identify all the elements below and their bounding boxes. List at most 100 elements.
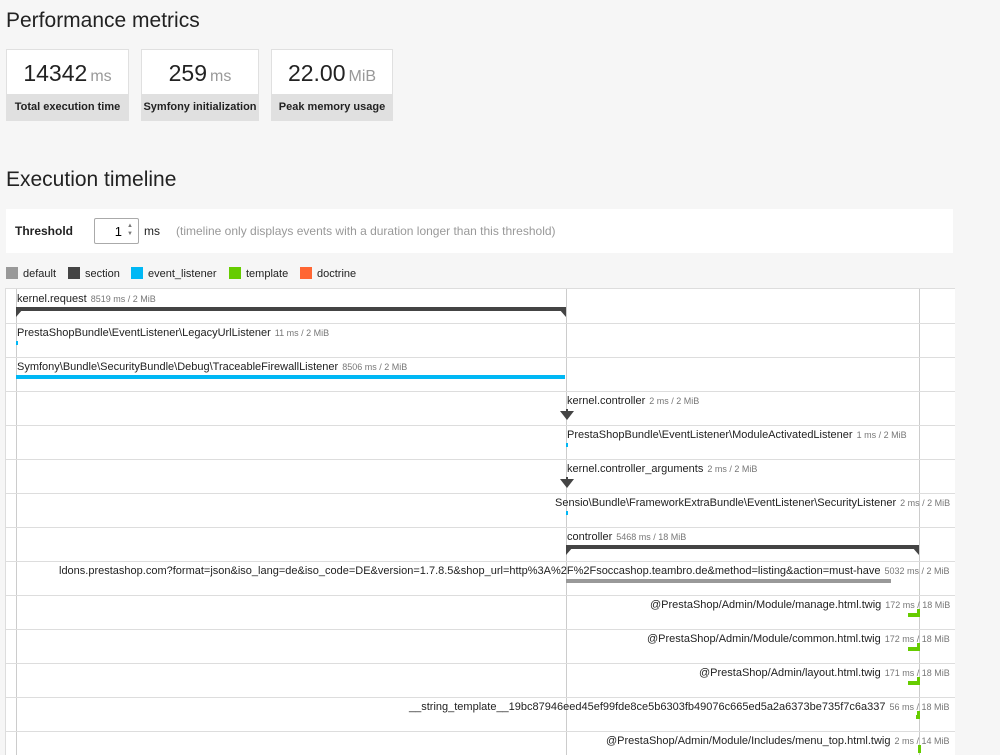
timeline-event-bar[interactable] — [16, 375, 565, 379]
timeline-event-label[interactable]: @PrestaShop/Admin/layout.html.twig 171 ms… — [699, 667, 950, 680]
timeline-event-label[interactable]: ldons.prestashop.com?format=json&iso_lan… — [59, 565, 950, 578]
event-name: kernel.request — [17, 293, 87, 305]
threshold-unit: ms — [144, 224, 160, 238]
legend-label: template — [246, 268, 289, 280]
legend-swatch — [68, 267, 80, 279]
timeline-event-label[interactable]: controller 5468 ms / 18 MiB — [567, 531, 686, 544]
timeline-event-label[interactable]: Sensio\Bundle\FrameworkExtraBundle\Event… — [555, 497, 950, 510]
event-duration: 11 ms / 2 MiB — [274, 328, 330, 338]
threshold-bar: Threshold ▲ ▼ ms (timeline only displays… — [6, 209, 953, 253]
timeline-event-label[interactable]: kernel.request 8519 ms / 2 MiB — [17, 293, 156, 306]
legend-label: doctrine — [317, 268, 357, 280]
event-name: Sensio\Bundle\FrameworkExtraBundle\Event… — [555, 497, 897, 509]
section-marker-icon — [566, 547, 573, 555]
timeline-event-label[interactable]: __string_template__19bc87946eed45ef99fde… — [409, 701, 950, 714]
metric-value: 14342 — [23, 60, 88, 86]
event-name: ldons.prestashop.com?format=json&iso_lan… — [59, 565, 881, 577]
event-duration: 2 ms / 2 MiB — [649, 396, 700, 406]
timeline-row-divider — [6, 595, 955, 596]
metric-peak-memory-usage: 22.00 MiB Peak memory usage — [271, 49, 393, 121]
timeline-row-divider — [6, 697, 955, 698]
event-name: @PrestaShop/Admin/Module/manage.html.twi… — [650, 599, 882, 611]
timeline-canvas: kernel.request 8519 ms / 2 MiB PrestaShopB… — [5, 288, 955, 755]
section-marker-icon — [559, 309, 566, 317]
timeline-row-divider — [6, 425, 955, 426]
timeline-event-bar[interactable] — [16, 341, 18, 345]
event-name: @PrestaShop/Admin/layout.html.twig — [699, 667, 881, 679]
timeline-row-divider — [6, 459, 955, 460]
timeline-event-label[interactable]: Symfony\Bundle\SecurityBundle\Debug\Trac… — [17, 361, 407, 374]
event-name: Symfony\Bundle\SecurityBundle\Debug\Trac… — [17, 361, 339, 373]
legend-item-default: default — [6, 267, 56, 280]
event-duration: 1 ms / 2 MiB — [856, 430, 907, 440]
event-duration: 2 ms / 14 MiB — [894, 736, 950, 746]
event-duration: 8519 ms / 2 MiB — [90, 294, 156, 304]
timeline-event-label[interactable]: PrestaShopBundle\EventListener\LegacyUrl… — [17, 327, 329, 340]
timeline-row-divider — [6, 357, 955, 358]
event-duration: 2 ms / 2 MiB — [707, 464, 758, 474]
threshold-label: Threshold — [15, 224, 74, 238]
timeline-event-bar[interactable] — [566, 579, 891, 583]
timeline-row-divider — [6, 663, 955, 664]
spinner-up-icon[interactable]: ▲ — [125, 222, 135, 230]
event-name: controller — [567, 531, 613, 543]
timeline-event-bar[interactable] — [566, 545, 919, 549]
timeline-gridline — [566, 289, 567, 755]
legend-item-section: section — [68, 267, 120, 280]
metric-value: 259 — [168, 60, 208, 86]
event-duration: 2 ms / 2 MiB — [900, 498, 951, 508]
template-end-marker — [918, 745, 921, 753]
section-marker-icon — [912, 547, 919, 555]
spinner-down-icon[interactable]: ▼ — [125, 230, 135, 238]
timeline-event-label[interactable]: kernel.controller_arguments 2 ms / 2 MiB — [567, 463, 757, 476]
timeline-event-bar[interactable] — [566, 511, 568, 515]
timeline-row-divider — [6, 527, 955, 528]
timeline-event-bar[interactable] — [16, 307, 566, 311]
timeline-gridline — [16, 289, 17, 755]
timeline-row-divider — [6, 323, 955, 324]
legend-label: section — [85, 268, 120, 280]
legend-item-doctrine: doctrine — [300, 267, 356, 280]
metric-value: 22.00 — [287, 60, 346, 86]
timeline-event-bar[interactable] — [566, 443, 568, 447]
timeline-gridline — [919, 289, 920, 755]
execution-timeline-title: Execution timeline — [6, 168, 177, 191]
metric-label: Symfony initialization — [142, 94, 258, 120]
legend-item-event-listener: event_listener — [131, 267, 217, 280]
metric-unit: ms — [210, 68, 232, 85]
event-duration: 8506 ms / 2 MiB — [342, 362, 408, 372]
legend-label: event_listener — [148, 268, 217, 280]
legend-swatch — [300, 267, 312, 279]
event-name: __string_template__19bc87946eed45ef99fde… — [409, 701, 886, 713]
event-duration: 5468 ms / 18 MiB — [616, 532, 687, 542]
metric-total-execution-time: 14342 ms Total execution time — [6, 49, 129, 121]
template-end-marker — [917, 677, 920, 685]
legend-label: default — [23, 268, 57, 280]
metric-symfony-initialization: 259 ms Symfony initialization — [141, 49, 259, 121]
timeline-row-divider — [6, 493, 955, 494]
metric-unit: MiB — [348, 68, 377, 85]
event-name: kernel.controller_arguments — [567, 463, 704, 475]
legend-item-template: template — [229, 267, 288, 280]
timeline-row-divider — [6, 391, 955, 392]
template-end-marker — [917, 643, 920, 651]
section-marker-icon — [560, 411, 574, 420]
threshold-help: (timeline only displays events with a du… — [176, 224, 556, 238]
timeline-event-label[interactable]: PrestaShopBundle\EventListener\ModuleAct… — [567, 429, 907, 442]
timeline-event-label[interactable]: @PrestaShop/Admin/Module/common.html.twi… — [647, 633, 950, 646]
timeline-event-label[interactable]: @PrestaShop/Admin/Module/manage.html.twi… — [650, 599, 950, 612]
event-name: @PrestaShop/Admin/Module/common.html.twi… — [647, 633, 881, 645]
metric-label: Total execution time — [7, 94, 128, 120]
legend-swatch — [131, 267, 143, 279]
performance-metrics-title: Performance metrics — [6, 9, 200, 32]
timeline-row-divider — [6, 731, 955, 732]
timeline-event-label[interactable]: kernel.controller 2 ms / 2 MiB — [567, 395, 699, 408]
legend-swatch — [6, 267, 18, 279]
timeline-event-label[interactable]: @PrestaShop/Admin/Module/Includes/menu_t… — [606, 735, 950, 748]
event-name: @PrestaShop/Admin/Module/Includes/menu_t… — [606, 735, 891, 747]
event-name: kernel.controller — [567, 395, 646, 407]
threshold-spinner[interactable]: ▲ ▼ — [125, 222, 135, 240]
legend-swatch — [229, 267, 241, 279]
metric-unit: ms — [90, 68, 112, 85]
metric-label: Peak memory usage — [272, 94, 392, 120]
